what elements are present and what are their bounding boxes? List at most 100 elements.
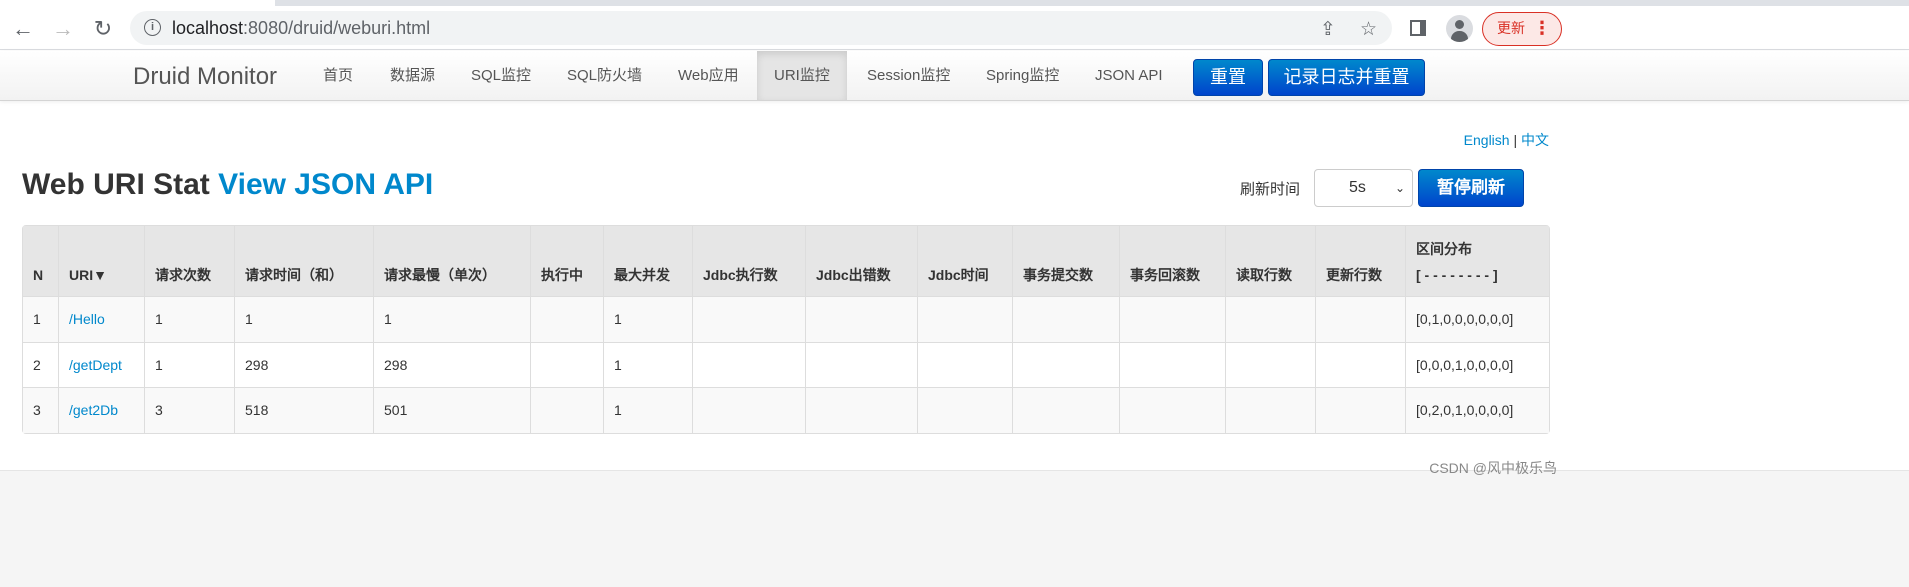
star-icon[interactable]: ☆: [1360, 18, 1377, 41]
pause-refresh-button[interactable]: 暂停刷新: [1418, 169, 1524, 207]
table-cell: [917, 341, 1012, 387]
header-label: 更新行数: [1326, 267, 1382, 283]
nav-datasource[interactable]: 数据源: [380, 51, 445, 100]
url-path: :8080/druid/weburi.html: [243, 18, 431, 38]
page-title: Web URI Stat View JSON API: [22, 168, 433, 202]
table-cell: /Hello: [58, 296, 144, 342]
cell-value: 1: [155, 356, 163, 373]
reset-button[interactable]: 重置: [1193, 59, 1263, 96]
cell-value: 1: [614, 311, 622, 328]
cell-value: 501: [384, 402, 408, 419]
header-label: N: [33, 267, 44, 283]
lang-chinese[interactable]: 中文: [1521, 132, 1549, 148]
url-host: localhost: [172, 18, 244, 38]
address-bar[interactable]: i localhost:8080/druid/weburi.html ⇪ ☆: [130, 11, 1392, 45]
table-cell: 3: [23, 387, 58, 433]
info-icon[interactable]: i: [144, 19, 161, 36]
cell-value: 2: [33, 356, 41, 373]
nav-sql[interactable]: SQL监控: [461, 51, 541, 100]
cell-value: 298: [384, 356, 408, 373]
side-panel-icon[interactable]: [1410, 20, 1426, 36]
table-cell: [1315, 387, 1405, 433]
table-cell: [1119, 341, 1225, 387]
header-label: 最大并发: [614, 267, 670, 283]
nav-uri[interactable]: URI监控: [757, 51, 847, 100]
header-label: 请求时间（和）: [245, 267, 343, 283]
cell-value: 3: [155, 402, 163, 419]
uri-link[interactable]: /getDept: [69, 357, 122, 373]
table-cell: 518: [234, 387, 373, 433]
table-cell: [692, 341, 805, 387]
table-cell: 1: [603, 387, 692, 433]
header-label: Jdbc执行数: [703, 267, 778, 283]
navbar: Druid Monitor 首页 数据源 SQL监控 SQL防火墙 Web应用 …: [0, 51, 1909, 101]
lang-english[interactable]: English: [1464, 132, 1510, 148]
table-cell: [692, 387, 805, 433]
cell-value: 1: [614, 402, 622, 419]
cell-value: 1: [614, 356, 622, 373]
uri-link[interactable]: /Hello: [69, 311, 105, 327]
header-label: 请求次数: [155, 267, 211, 283]
back-icon[interactable]: ←: [10, 16, 36, 42]
column-header: N: [23, 226, 58, 296]
nav-session[interactable]: Session监控: [857, 51, 960, 100]
header-label: 事务回滚数: [1130, 267, 1200, 283]
refresh-interval-select[interactable]: 5s ⌄: [1314, 169, 1413, 207]
cell-value: 1: [245, 311, 253, 328]
cell-value: 1: [155, 311, 163, 328]
nav-wall[interactable]: SQL防火墙: [557, 51, 652, 100]
header-label: URI▼: [69, 267, 107, 283]
header-label: 区间分布: [1416, 241, 1472, 257]
nav-home[interactable]: 首页: [313, 51, 363, 100]
table-cell: [805, 341, 917, 387]
table-cell: [1012, 296, 1119, 342]
update-button[interactable]: 更新 ⋮: [1482, 12, 1562, 46]
table-cell: 1: [603, 341, 692, 387]
forward-icon[interactable]: →: [50, 16, 76, 42]
table-row: 2/getDept 1 298 298 1 [0,0,0,1,0,0,0,0]: [23, 341, 1549, 387]
share-icon[interactable]: ⇪: [1320, 18, 1336, 41]
nav-webapp[interactable]: Web应用: [668, 51, 749, 100]
log-and-reset-button[interactable]: 记录日志并重置: [1268, 59, 1425, 96]
column-header: 读取行数: [1225, 226, 1315, 296]
nav-json-api[interactable]: JSON API: [1085, 51, 1173, 100]
column-header: Jdbc时间: [917, 226, 1012, 296]
table-cell: [1315, 341, 1405, 387]
view-json-api-link[interactable]: View JSON API: [218, 168, 433, 201]
profile-avatar[interactable]: [1446, 15, 1473, 42]
cell-value: [0,1,0,0,0,0,0,0]: [1416, 311, 1514, 328]
column-header: 更新行数: [1315, 226, 1405, 296]
header-label: 事务提交数: [1023, 267, 1093, 283]
nav-spring[interactable]: Spring监控: [976, 51, 1069, 100]
cell-value: 298: [245, 356, 269, 373]
table-cell: [530, 387, 603, 433]
table-cell: [1119, 387, 1225, 433]
table-cell: 1: [144, 296, 234, 342]
header-label: Jdbc出错数: [816, 267, 891, 283]
table-cell: [0,2,0,1,0,0,0,0]: [1405, 387, 1549, 433]
column-header[interactable]: URI▼: [58, 226, 144, 296]
uri-link[interactable]: /get2Db: [69, 402, 118, 418]
table-cell: [1225, 296, 1315, 342]
table-cell: 501: [373, 387, 530, 433]
table-cell: [692, 296, 805, 342]
table-cell: 298: [373, 341, 530, 387]
menu-icon[interactable]: ⋮: [1533, 13, 1551, 44]
language-switch: English | 中文: [1464, 130, 1549, 150]
table-cell: [1225, 387, 1315, 433]
table-row: 1/Hello 1 1 1 1 [0,1,0,0,0,0,0,0]: [23, 296, 1549, 342]
reload-icon[interactable]: ↻: [90, 16, 116, 42]
brand[interactable]: Druid Monitor: [133, 63, 277, 91]
table-cell: [805, 296, 917, 342]
title-text: Web URI Stat: [22, 168, 210, 201]
table-cell: 1: [603, 296, 692, 342]
header-label: Jdbc时间: [928, 267, 989, 283]
table-cell: 1: [373, 296, 530, 342]
table-row: 3/get2Db 3 518 501 1 [0,2,0,1,0,0,0,0]: [23, 387, 1549, 433]
url-text[interactable]: localhost:8080/druid/weburi.html: [172, 18, 430, 39]
table-cell: [1119, 296, 1225, 342]
table-cell: 1: [144, 341, 234, 387]
table-cell: 1: [23, 296, 58, 342]
refresh-value: 5s: [1349, 179, 1366, 196]
column-header: 请求最慢（单次）: [373, 226, 530, 296]
